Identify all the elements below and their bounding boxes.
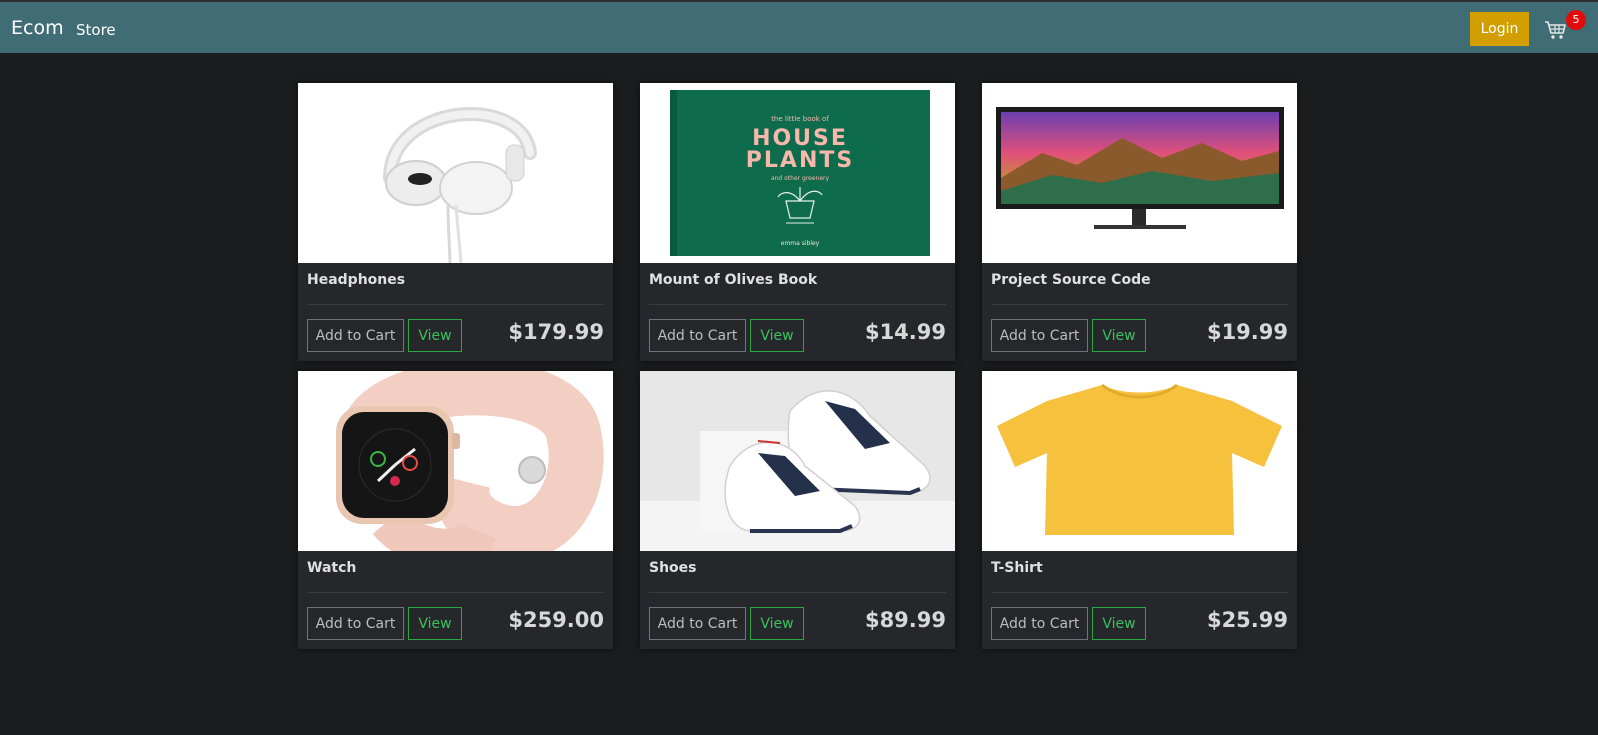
- book-cover-author: emma sibley: [781, 240, 820, 247]
- add-to-cart-button[interactable]: Add to Cart: [649, 319, 746, 352]
- navbar: Ecom Store Login 5: [0, 0, 1598, 53]
- product-price: $259.00: [508, 608, 604, 632]
- product-card: Project Source Code Add to Cart View $19…: [982, 83, 1297, 361]
- watch-image[interactable]: [298, 371, 613, 551]
- view-button[interactable]: View: [1092, 607, 1146, 640]
- product-title: Mount of Olives Book: [649, 272, 818, 288]
- book-cover-top: the little book of: [771, 115, 829, 123]
- brand-logo[interactable]: Ecom: [11, 17, 64, 39]
- book-cover-sub: and other greenery: [771, 175, 830, 182]
- add-to-cart-button[interactable]: Add to Cart: [991, 319, 1088, 352]
- product-price: $89.99: [864, 608, 946, 632]
- add-to-cart-button[interactable]: Add to Cart: [991, 607, 1088, 640]
- product-card: Headphones Add to Cart View $179.99: [298, 83, 613, 361]
- add-to-cart-button[interactable]: Add to Cart: [307, 319, 404, 352]
- view-button[interactable]: View: [750, 607, 804, 640]
- card-divider: [991, 304, 1288, 305]
- monitor-image[interactable]: [982, 83, 1297, 263]
- view-button[interactable]: View: [750, 319, 804, 352]
- book-image[interactable]: the little book of HOUSE PLANTS and othe…: [640, 83, 955, 263]
- product-price: $25.99: [1206, 608, 1288, 632]
- login-button[interactable]: Login: [1470, 12, 1529, 46]
- book-cover-line2: PLANTS: [746, 148, 854, 173]
- cart-icon[interactable]: [1544, 18, 1568, 42]
- tshirt-image[interactable]: [982, 371, 1297, 551]
- card-divider: [649, 304, 946, 305]
- view-button[interactable]: View: [408, 319, 462, 352]
- product-title: Project Source Code: [991, 272, 1151, 288]
- add-to-cart-button[interactable]: Add to Cart: [307, 607, 404, 640]
- view-button[interactable]: View: [1092, 319, 1146, 352]
- card-divider: [307, 592, 604, 593]
- product-price: $179.99: [508, 320, 604, 344]
- product-title: T-Shirt: [991, 560, 1043, 576]
- headphones-image[interactable]: [298, 83, 613, 263]
- product-price: $19.99: [1206, 320, 1288, 344]
- product-card: Watch Add to Cart View $259.00: [298, 371, 613, 649]
- card-divider: [991, 592, 1288, 593]
- add-to-cart-button[interactable]: Add to Cart: [649, 607, 746, 640]
- nav-store-link[interactable]: Store: [76, 21, 116, 39]
- product-price: $14.99: [864, 320, 946, 344]
- product-card: T-Shirt Add to Cart View $25.99: [982, 371, 1297, 649]
- product-title: Headphones: [307, 272, 406, 288]
- product-title: Shoes: [649, 560, 697, 576]
- cart-count-badge: 5: [1566, 10, 1586, 30]
- product-title: Watch: [307, 560, 357, 576]
- shoes-image[interactable]: [640, 371, 955, 551]
- product-card: the little book of HOUSE PLANTS and othe…: [640, 83, 955, 361]
- product-card: Shoes Add to Cart View $89.99: [640, 371, 955, 649]
- card-divider: [307, 304, 604, 305]
- card-divider: [649, 592, 946, 593]
- view-button[interactable]: View: [408, 607, 462, 640]
